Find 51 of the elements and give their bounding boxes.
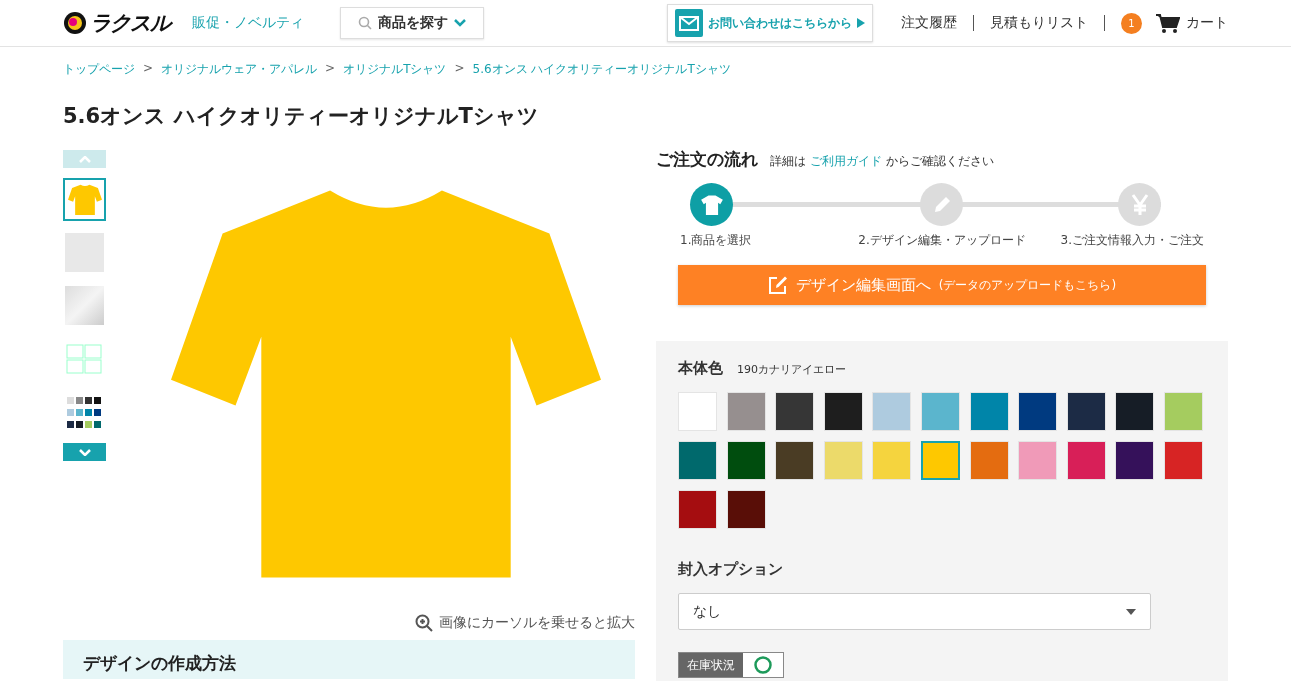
image-thumbnail[interactable]	[63, 284, 106, 327]
cart-icon	[1156, 12, 1180, 34]
fabric-photo-placeholder	[65, 286, 104, 325]
color-variations-drawing	[66, 394, 103, 429]
order-flow-title: ご注文の流れ	[656, 148, 758, 171]
step-label: 3.ご注文情報入力・ご注文	[1060, 232, 1204, 249]
stock-label: 在庫状況	[679, 653, 743, 677]
breadcrumb-link[interactable]: トップページ	[63, 61, 135, 78]
scroll-down-button[interactable]	[63, 443, 106, 461]
category-link[interactable]: 販促・ノベルティ	[192, 14, 304, 32]
logo-icon	[63, 11, 87, 35]
step-label: 2.デザイン編集・アップロード	[858, 232, 1026, 249]
zoom-in-icon	[415, 614, 433, 632]
breadcrumb-separator: >	[143, 61, 154, 77]
product-search-menu[interactable]: 商品を探す	[340, 7, 484, 39]
design-editor-button[interactable]: デザイン編集画面へ (データのアップロードもこちら)	[678, 265, 1206, 305]
color-label: 本体色	[678, 359, 723, 378]
t-shirt-icon	[700, 194, 723, 215]
section-heading: デザインの作成方法	[83, 652, 237, 675]
zoom-hint: 画像にカーソルを乗せると拡大	[439, 614, 635, 632]
nav-link[interactable]: 注文履歴	[901, 14, 957, 32]
color-swatch[interactable]	[920, 441, 960, 480]
guide-link[interactable]: ご利用ガイド	[809, 154, 882, 168]
edit-icon	[767, 275, 788, 295]
chevron-down-icon	[454, 19, 466, 27]
product-title: 5.6オンス ハイクオリティーオリジナルTシャツ	[63, 103, 540, 130]
contact-button[interactable]: お問い合わせはこちらから	[667, 4, 873, 42]
cart-count-badge: 1	[1121, 12, 1142, 34]
chevron-up-icon	[78, 155, 91, 163]
yen-icon	[1130, 193, 1149, 216]
breadcrumb-link[interactable]: 5.6オンス ハイクオリティーオリジナルTシャツ	[472, 61, 731, 78]
chevron-down-icon	[78, 448, 91, 456]
breadcrumb-separator: >	[454, 61, 465, 77]
cart-link[interactable]: カート	[1156, 12, 1228, 34]
nav-link[interactable]: 見積もりリスト	[990, 14, 1088, 32]
search-icon	[358, 16, 372, 30]
dropdown-caret-icon	[1126, 608, 1136, 615]
envelope-icon	[675, 9, 703, 37]
image-thumbnail[interactable]	[63, 178, 106, 221]
guide-note: 詳細は ご利用ガイド からご確認ください	[770, 153, 994, 170]
insert-option-label: 封入オプション	[678, 560, 783, 578]
breadcrumb-link[interactable]: オリジナルTシャツ	[343, 61, 447, 78]
t-shirt-thumbnail	[67, 183, 102, 216]
breadcrumb-link[interactable]: オリジナルウェア・アパレル	[161, 61, 318, 78]
triangle-right-icon	[857, 18, 865, 28]
breadcrumb-separator: >	[325, 61, 336, 77]
selected-color-name: 190カナリアイエロー	[737, 362, 846, 377]
print-layout-drawing	[66, 342, 103, 375]
pencil-icon	[932, 194, 952, 215]
insert-option-select[interactable]: なし	[678, 593, 1151, 630]
step-label: 1.商品を選択	[680, 232, 752, 249]
